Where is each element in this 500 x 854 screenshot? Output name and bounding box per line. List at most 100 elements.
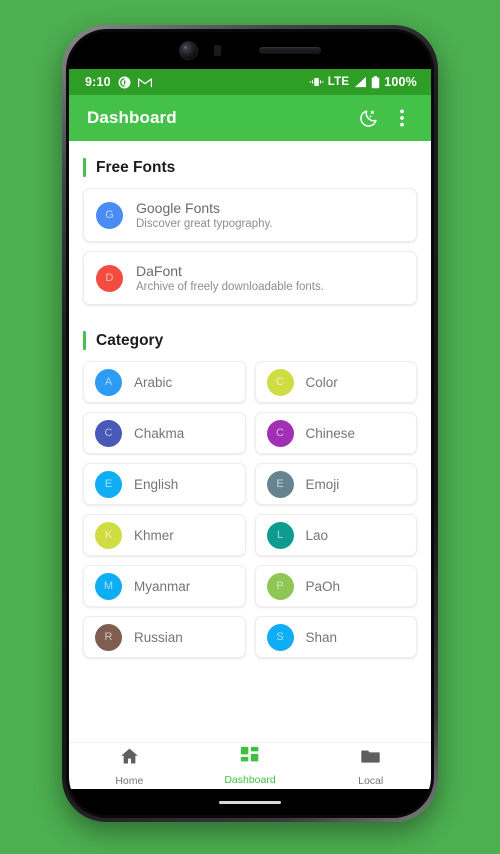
category-label: Myanmar (134, 578, 191, 594)
bottom-bezel (69, 789, 431, 815)
category-avatar: C (266, 368, 294, 396)
page-title: Dashboard (87, 108, 177, 127)
category-avatar-initial: L (276, 529, 284, 541)
category-label: Chakma (134, 425, 185, 441)
status-bar: 9:10 LTE 100% (69, 69, 431, 95)
category-avatar: C (266, 419, 294, 447)
free-font-card[interactable]: G Google Fonts Discover great typography. (83, 188, 417, 242)
pocketcasts-icon (118, 76, 131, 89)
home-icon (119, 746, 140, 772)
category-card[interactable]: C Chakma (83, 412, 246, 454)
section-title-free-fonts: Free Fonts (96, 158, 176, 176)
category-avatar: C (95, 419, 122, 447)
status-time: 9:10 (85, 75, 111, 89)
category-label: PaOh (305, 578, 341, 594)
free-font-card[interactable]: D DaFont Archive of freely downloadable fo… (83, 251, 417, 305)
nav-item-label: Home (115, 774, 144, 787)
category-avatar-initial: R (104, 631, 113, 643)
category-card[interactable]: R Russian (83, 616, 246, 658)
category-label: Emoji (305, 476, 340, 492)
folder-icon (360, 746, 381, 772)
category-label: Lao (305, 527, 329, 543)
top-bezel (69, 32, 431, 69)
category-card[interactable]: M Myanmar (83, 565, 246, 607)
category-avatar-initial: M (103, 580, 114, 592)
category-avatar: R (95, 623, 122, 651)
site-avatar-initial: D (105, 272, 114, 284)
category-avatar: K (95, 521, 122, 549)
category-card[interactable]: C Chinese (254, 412, 417, 454)
category-card[interactable]: K Khmer (83, 514, 246, 556)
category-avatar-initial: P (276, 580, 284, 592)
category-avatar: S (266, 623, 294, 651)
category-card[interactable]: A Arabic (83, 361, 246, 403)
category-card[interactable]: E English (83, 463, 246, 505)
site-text: DaFont Archive of freely downloadable fon… (136, 263, 324, 293)
phone-screen: 9:10 LTE 100% Dashboard Free Fonts G Goo… (69, 32, 431, 815)
category-avatar-initial: S (276, 631, 284, 643)
category-label: Arabic (134, 374, 173, 390)
home-gesture-indicator[interactable] (219, 800, 281, 804)
category-label: Shan (305, 629, 338, 645)
category-avatar-initial: A (104, 376, 113, 388)
section-header-category: Category (69, 314, 431, 361)
category-label: English (134, 476, 179, 492)
category-card[interactable]: S Shan (254, 616, 417, 658)
overflow-menu-icon[interactable] (385, 101, 419, 135)
site-avatar-initial: G (105, 209, 114, 221)
signal-bars-icon (353, 76, 367, 88)
category-avatar: E (95, 470, 122, 498)
night-mode-icon[interactable] (351, 101, 385, 135)
section-accent-bar (83, 158, 86, 177)
app-bar: Dashboard (69, 95, 431, 141)
nav-item-label: Local (358, 774, 384, 787)
category-avatar: P (266, 572, 294, 600)
vibrate-icon (309, 76, 324, 88)
battery-full-icon (371, 75, 380, 89)
site-avatar: D (96, 264, 123, 292)
section-header-free-fonts: Free Fonts (69, 141, 431, 188)
front-camera-icon (179, 42, 197, 59)
category-label: Russian (134, 629, 183, 645)
category-card[interactable]: C Color (254, 361, 417, 403)
status-bar-left: 9:10 (85, 75, 152, 89)
category-avatar-initial: E (104, 478, 113, 490)
category-avatar: A (95, 368, 122, 396)
section-title-category: Category (96, 331, 164, 349)
category-avatar-initial: C (104, 427, 113, 439)
nav-item-home[interactable]: Home (69, 746, 190, 787)
phone-frame: 9:10 LTE 100% Dashboard Free Fonts G Goo… (62, 25, 438, 822)
category-card[interactable]: L Lao (254, 514, 417, 556)
nav-item-dashboard[interactable]: Dashboard (190, 746, 311, 786)
proximity-sensor-icon (214, 45, 221, 56)
network-type-label: LTE (327, 76, 350, 88)
earpiece-speaker (258, 47, 321, 54)
free-fonts-list: G Google Fonts Discover great typography. D… (69, 188, 431, 305)
category-avatar: M (95, 572, 122, 600)
category-avatar-initial: K (104, 529, 113, 541)
category-card[interactable]: P PaOh (254, 565, 417, 607)
category-grid: A Arabic C Color C Chakma C Chinese E English E Emo… (69, 361, 431, 658)
site-title: Google Fonts (136, 200, 221, 216)
category-avatar-initial: E (276, 478, 284, 490)
status-bar-right: LTE 100% (309, 75, 417, 89)
category-label: Khmer (134, 527, 174, 543)
dashboard-icon (240, 746, 260, 771)
category-label: Color (305, 374, 338, 390)
nav-item-local[interactable]: Local (310, 746, 431, 787)
category-avatar-initial: C (276, 427, 284, 439)
battery-level-label: 100% (384, 75, 417, 89)
category-avatar: E (266, 470, 294, 498)
category-avatar-initial: C (276, 376, 284, 388)
category-label: Chinese (305, 425, 356, 441)
gmail-icon (137, 77, 152, 88)
category-avatar: L (266, 521, 294, 549)
content-area[interactable]: Free Fonts G Google Fonts Discover great t… (69, 141, 431, 742)
site-subtitle: Discover great typography. (136, 218, 273, 230)
bottom-navigation: Home Dashboard Local (69, 742, 431, 789)
site-title: DaFont (136, 263, 182, 279)
site-avatar: G (96, 201, 123, 229)
category-card[interactable]: E Emoji (254, 463, 417, 505)
site-subtitle: Archive of freely downloadable fonts. (136, 281, 324, 293)
section-accent-bar (83, 331, 86, 350)
